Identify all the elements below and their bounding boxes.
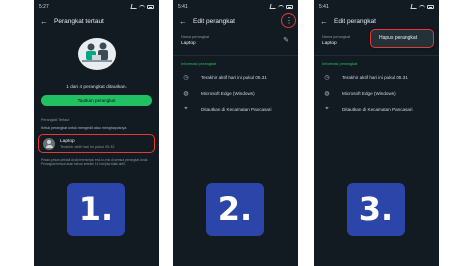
step-badge-2: 2. (206, 183, 264, 236)
info-text: Ditautkan di Kecamatan Pancasari (342, 106, 413, 112)
encryption-footnote: Pesan-pesan pribadi Anda terenkripsi end… (41, 158, 149, 167)
step-badge-3: 3. (347, 183, 405, 236)
battery-icon (427, 4, 434, 9)
back-arrow-icon[interactable]: ← (314, 17, 334, 26)
info-text: Terakhir aktif hari ini pukul 05.31 (342, 74, 408, 80)
device-name-label: Nama perangkat (181, 35, 210, 39)
location-icon: ⌖ (184, 105, 188, 112)
signal-icon (410, 4, 418, 9)
link-device-button[interactable]: Tautkan perangkat (41, 95, 152, 106)
globe-icon: ◍ (324, 90, 330, 97)
page-title: Edit perangkat (334, 17, 376, 25)
status-bar: 5:41 (319, 2, 434, 11)
app-bar: ← Edit perangkat (314, 13, 439, 29)
phone-remove-device: 5:41 ← Edit perangkat Nama perangkat Lap… (314, 0, 439, 266)
divider (314, 55, 439, 56)
phone-edit-device: 5:41 ← Edit perangkat ⋮ Nama perangkat L… (173, 0, 298, 266)
signal-icon (269, 4, 277, 9)
status-time: 5:41 (178, 3, 188, 10)
device-name-value[interactable]: Laptop (322, 41, 337, 46)
phone-linked-devices: 5:27 ← Perangkat tertaut 1 dari 4 perang… (34, 0, 159, 266)
location-icon: ⌖ (325, 105, 329, 112)
info-text: Microsoft Edge (Windows) (342, 90, 396, 96)
app-bar: ← Edit perangkat ⋮ (173, 13, 298, 29)
hint-text: Ketuk perangkat untuk mengedit atau meng… (41, 126, 127, 130)
linked-devices-illustration (78, 38, 116, 70)
wifi-icon (419, 4, 425, 9)
page-title: Edit perangkat (193, 17, 235, 25)
status-time: 5:27 (39, 3, 49, 10)
divider (173, 55, 298, 56)
info-text: Microsoft Edge (Windows) (201, 90, 255, 96)
pencil-icon[interactable]: ✎ (283, 36, 289, 44)
tutorial-collage: 5:27 ← Perangkat tertaut 1 dari 4 perang… (0, 0, 474, 266)
info-row-browser: ◍ Microsoft Edge (Windows) (322, 88, 433, 98)
device-name-label: Nama perangkat (322, 35, 351, 39)
status-bar: 5:41 (178, 2, 293, 11)
back-arrow-icon[interactable]: ← (173, 17, 193, 26)
highlight-circle (281, 13, 296, 28)
info-row-last-active: ◷ Terakhir aktif hari ini pukul 05.31 (322, 72, 433, 82)
section-label: Perangkat Tertaut (41, 118, 70, 122)
info-text: Ditautkan di Kecamatan Pancasari (201, 106, 272, 112)
app-bar: ← Perangkat tertaut (34, 13, 159, 29)
back-arrow-icon[interactable]: ← (34, 17, 54, 26)
status-time: 5:41 (319, 3, 329, 10)
highlight-box (38, 134, 155, 153)
info-row-browser: ◍ Microsoft Edge (Windows) (181, 88, 292, 98)
battery-icon (286, 4, 293, 9)
clock-icon: ◷ (183, 74, 189, 81)
wifi-icon (278, 4, 284, 9)
info-text: Terakhir aktif hari ini pukul 05.31 (201, 74, 267, 80)
wifi-icon (139, 4, 145, 9)
device-info-label: Informasi perangkat (181, 61, 217, 66)
device-count-text: 1 dari 4 perangkat ditautkan. (66, 85, 127, 90)
page-title: Perangkat tertaut (54, 17, 104, 25)
highlight-box (370, 29, 434, 48)
info-row-location: ⌖ Ditautkan di Kecamatan Pancasari (181, 104, 292, 114)
globe-icon: ◍ (183, 90, 189, 97)
step-badge-1: 1. (67, 183, 125, 236)
signal-icon (130, 4, 138, 9)
device-info-label: Informasi perangkat (322, 61, 358, 66)
clock-icon: ◷ (324, 74, 330, 81)
device-name-value[interactable]: Laptop (181, 41, 196, 46)
status-bar: 5:27 (39, 2, 154, 11)
battery-icon (147, 4, 154, 9)
info-row-last-active: ◷ Terakhir aktif hari ini pukul 05.31 (181, 72, 292, 82)
info-row-location: ⌖ Ditautkan di Kecamatan Pancasari (322, 104, 433, 114)
